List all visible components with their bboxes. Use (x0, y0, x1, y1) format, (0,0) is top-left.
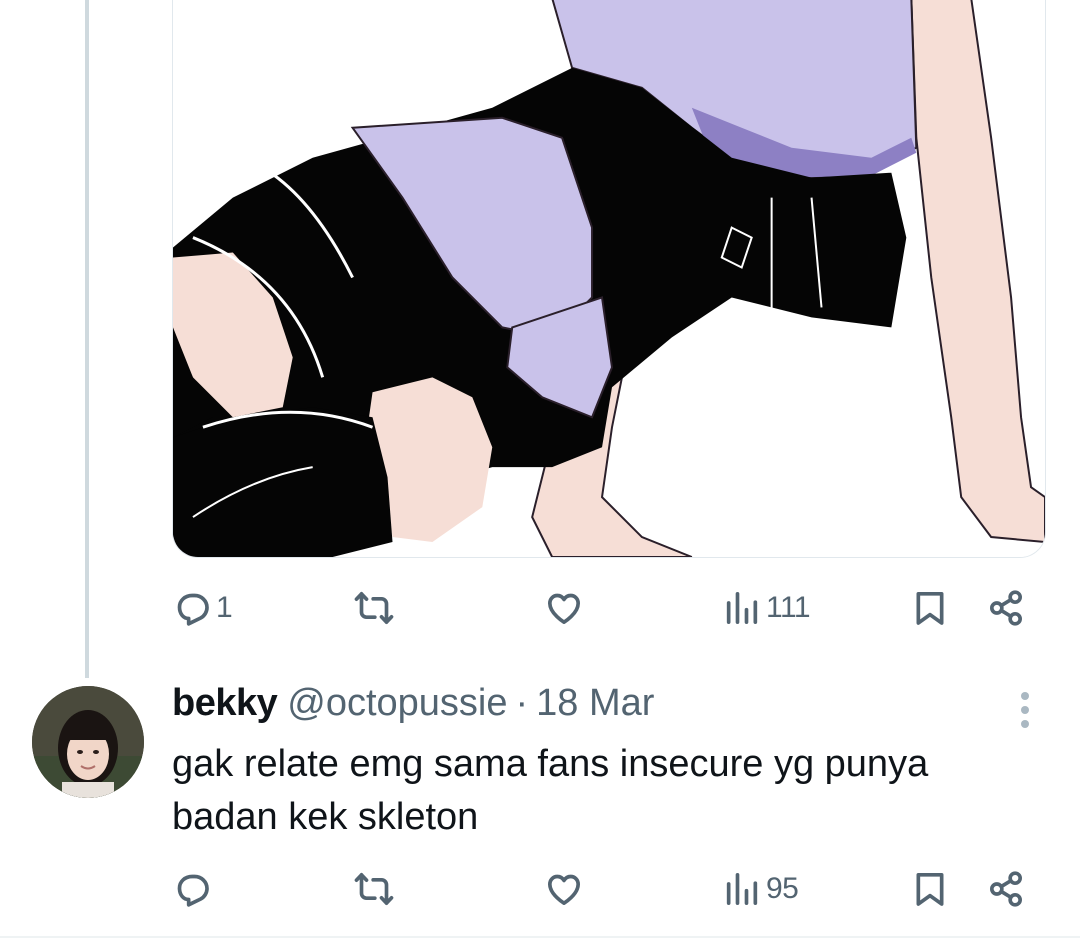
header-separator: · (515, 682, 529, 724)
retweet-button[interactable] (354, 859, 398, 919)
user-avatar-image (32, 686, 144, 798)
reply-count: 1 (216, 591, 233, 624)
tweet-media-image[interactable] (172, 0, 1046, 558)
reply-tweet-header: bekky @octopussie · 18 Mar (172, 682, 654, 730)
reply-button[interactable] (172, 859, 216, 919)
views-button[interactable]: 95 (722, 859, 799, 919)
heart-icon (548, 874, 580, 905)
display-name[interactable]: bekky (172, 682, 278, 725)
more-icon-dot (1021, 706, 1029, 714)
reply-icon (177, 874, 209, 907)
tweet-thread: 1 111 bekky @octopussie · 18 Mar gak rel… (0, 0, 1080, 942)
share-button[interactable] (986, 859, 1026, 919)
views-count: 111 (766, 591, 811, 624)
views-icon (726, 592, 758, 624)
share-button[interactable] (986, 578, 1026, 638)
avatar[interactable] (32, 686, 144, 798)
like-button[interactable] (544, 578, 588, 638)
reply-button[interactable]: 1 (172, 578, 233, 638)
thread-connector-line (85, 0, 89, 678)
bookmark-icon (916, 592, 944, 625)
like-button[interactable] (544, 859, 588, 919)
bookmark-icon (916, 873, 944, 906)
retweet-icon (354, 592, 394, 624)
bookmark-button[interactable] (910, 578, 950, 638)
share-icon (990, 871, 1022, 907)
more-icon (1021, 692, 1029, 700)
tweet-date[interactable]: 18 Mar (536, 682, 654, 725)
tweet-actions-bar: 1 111 (172, 578, 1032, 638)
views-icon (726, 873, 758, 905)
user-handle[interactable]: @octopussie (287, 682, 507, 725)
views-count: 95 (766, 872, 799, 905)
reply-tweet-actions-bar: 95 (172, 859, 1032, 919)
views-button[interactable]: 111 (722, 578, 811, 638)
heart-icon (548, 593, 580, 624)
tweet-text: gak relate emg sama fans insecure yg pun… (172, 743, 929, 838)
retweet-icon (354, 873, 394, 905)
reply-icon (177, 593, 209, 626)
more-options-button[interactable] (1008, 688, 1042, 732)
more-icon-dot (1021, 720, 1029, 728)
tweet-divider (0, 936, 1080, 938)
retweet-button[interactable] (354, 578, 398, 638)
anime-artwork-image (173, 0, 1045, 557)
bookmark-button[interactable] (910, 859, 950, 919)
share-icon (990, 590, 1022, 626)
